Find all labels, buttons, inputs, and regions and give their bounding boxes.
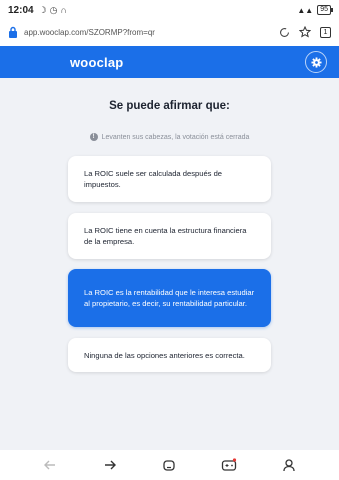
status-time: 12:04 [8, 4, 34, 16]
answer-option-label: Ninguna de las opciones anteriores es co… [84, 350, 245, 360]
answer-option-label: La ROIC es la rentabilidad que le intere… [84, 288, 255, 308]
answer-option-label: La ROIC suele ser calculada después de i… [84, 169, 223, 189]
star-icon[interactable] [299, 26, 311, 38]
gear-icon [310, 56, 322, 68]
answer-option[interactable]: La ROIC tiene en cuenta la estructura fi… [68, 213, 271, 259]
answer-option[interactable]: La ROIC suele ser calculada después de i… [68, 156, 271, 202]
moon-icon: ☽ [38, 4, 47, 15]
browser-bottom-nav [0, 450, 339, 480]
url-field[interactable]: app.wooclap.com/SZORMP?from=qr [24, 28, 279, 37]
game-button[interactable] [218, 454, 240, 476]
app-header: wooclap [0, 46, 339, 78]
arrow-left-icon [43, 460, 55, 470]
battery-icon: 95 [317, 5, 333, 15]
settings-button[interactable] [305, 51, 327, 73]
user-icon [283, 459, 295, 472]
status-bar: 12:04 ☽ ◷ ∩ ▲▲ 95 [0, 0, 339, 20]
arrow-right-icon [104, 460, 116, 470]
voting-closed-notice: ! Levanten sus cabezas, la votación está… [0, 133, 339, 141]
alarm-icon: ◷ [49, 4, 58, 15]
lock-icon [9, 26, 17, 38]
tab-count-button[interactable]: 1 [320, 26, 331, 38]
home-icon [163, 460, 176, 471]
reload-icon[interactable] [279, 27, 290, 38]
question-title: Se puede afirmar que: [109, 100, 230, 112]
answer-option[interactable]: Ninguna de las opciones anteriores es co… [68, 338, 271, 372]
profile-button[interactable] [278, 454, 300, 476]
forward-button[interactable] [99, 454, 121, 476]
wooclap-logo: wooclap [70, 54, 124, 70]
info-icon: ! [89, 133, 98, 141]
home-button[interactable] [158, 454, 180, 476]
status-icons: ☽ ◷ ∩ [39, 5, 67, 16]
headset-icon: ∩ [60, 4, 67, 15]
address-bar: app.wooclap.com/SZORMP?from=qr 1 [0, 20, 339, 44]
poll-area: Se puede afirmar que: ! Levanten sus cab… [0, 78, 339, 450]
answer-option-selected[interactable]: La ROIC es la rentabilidad que le intere… [68, 269, 271, 327]
notice-text: Levanten sus cabezas, la votación está c… [101, 133, 250, 141]
answer-option-label: La ROIC tiene en cuenta la estructura fi… [84, 226, 247, 246]
signal-icon: ▲▲ [297, 5, 314, 15]
status-right: ▲▲ 95 [297, 5, 333, 15]
back-button[interactable] [39, 454, 61, 476]
gamepad-icon [222, 458, 237, 471]
